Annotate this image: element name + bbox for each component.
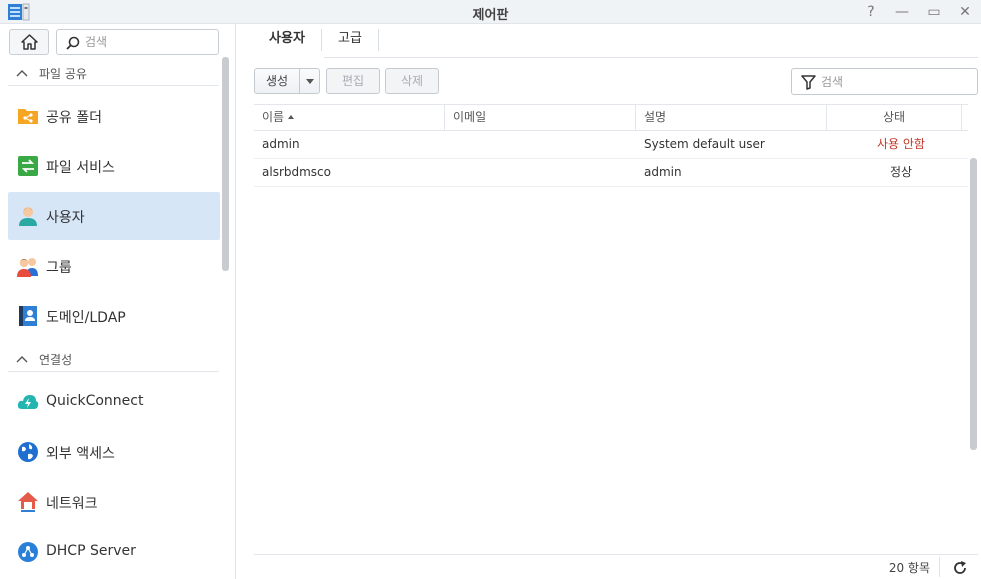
tab-separator [321,29,322,51]
main-panel: 사용자 고급 생성 편집 삭제 이름 이메일 설명 상태 admin Syste… [237,24,981,579]
sidebar-item-user[interactable]: 사용자 [8,192,220,240]
delete-button[interactable]: 삭제 [385,68,439,94]
sidebar-item-label: DHCP Server [46,543,136,559]
tab-separator [378,29,379,51]
user-search-input[interactable] [821,73,971,91]
quickconnect-icon [17,395,39,409]
sidebar-item-quickconnect[interactable]: QuickConnect [8,378,220,426]
section-label: 파일 공유 [39,67,87,81]
group-icon [17,258,38,277]
section-file-sharing[interactable]: 파일 공유 [8,62,219,86]
table-row[interactable]: alsrbdmsco admin 정상 [254,159,968,187]
caret-down-icon [306,79,314,84]
network-icon [18,492,38,512]
column-header-description[interactable]: 설명 [636,105,827,131]
footer-separator [939,557,940,577]
file-services-icon [18,156,38,176]
sidebar-item-label: 파일 서비스 [46,160,115,176]
help-button[interactable]: ? [861,2,881,22]
sidebar-item-label: 공유 폴더 [46,110,102,126]
cell-description: admin [644,165,682,179]
filter-icon [801,75,816,90]
cell-name: admin [262,137,300,151]
column-header-name[interactable]: 이름 [254,105,445,131]
sidebar-item-label: 외부 액세스 [46,446,115,462]
sidebar-item-network[interactable]: 네트워크 [8,478,220,526]
table-footer: 20 항목 [254,554,978,579]
sidebar-item-external-access[interactable]: 외부 액세스 [8,428,220,476]
user-search[interactable] [791,68,978,95]
sidebar-item-shared-folder[interactable]: 공유 폴더 [8,92,220,140]
cell-status: 사용 안함 [877,137,925,151]
sidebar-item-label: 네트워크 [46,496,98,512]
refresh-icon[interactable] [952,560,968,576]
sidebar-item-label: 사용자 [46,210,85,226]
sidebar-item-label: QuickConnect [46,393,144,409]
cell-status: 정상 [889,165,913,179]
sidebar-search[interactable] [56,29,219,55]
sidebar-item-label: 그룹 [46,260,72,276]
tab-underline [254,57,978,58]
tab-user[interactable]: 사용자 [257,27,317,57]
shared-folder-icon [18,109,38,124]
user-icon [19,207,37,226]
window-title: 제어판 [472,8,509,23]
tab-advanced[interactable]: 고급 [325,27,375,57]
table-row[interactable]: admin System default user 사용 안함 [254,131,968,159]
cell-email [445,131,636,158]
sidebar-item-label: 도메인/LDAP [46,310,126,326]
sidebar-item-dhcp-server[interactable]: DHCP Server [8,528,220,576]
section-connectivity[interactable]: 연결성 [8,348,219,372]
minimize-button[interactable]: — [892,2,912,22]
sidebar-item-group[interactable]: 그룹 [8,242,220,290]
table-scrollbar[interactable] [970,158,977,450]
chevron-up-icon [16,70,28,77]
create-button[interactable]: 생성 [254,68,300,94]
edit-button[interactable]: 편집 [326,68,380,94]
cell-description: System default user [644,137,765,151]
external-access-icon [18,442,38,462]
chevron-up-icon [16,356,28,363]
sort-ascending-icon [288,115,295,119]
item-count: 20 항목 [888,561,930,575]
sidebar-search-input[interactable] [85,33,213,51]
section-label: 연결성 [39,353,73,367]
sidebar-scrollbar[interactable] [222,57,229,271]
home-button[interactable] [9,29,49,55]
create-dropdown-button[interactable] [300,68,320,94]
cell-email [445,159,636,186]
close-button[interactable]: ✕ [955,2,975,22]
home-icon [21,34,38,50]
column-header-status[interactable]: 상태 [827,105,962,131]
active-tab-indicator [254,56,324,58]
cell-name: alsrbdmsco [262,165,331,179]
search-icon [66,36,80,50]
sidebar-item-domain-ldap[interactable]: 도메인/LDAP [8,292,220,340]
title-bar: 제어판 ? — ▭ ✕ [0,0,981,24]
column-header-email[interactable]: 이메일 [445,105,636,131]
table-header: 이름 이메일 설명 상태 [254,104,968,131]
sidebar: 파일 공유 공유 폴더 파일 서비스 사용자 그룹 [0,24,236,579]
domain-ldap-icon [19,306,37,326]
maximize-button[interactable]: ▭ [924,2,944,22]
dhcp-server-icon [18,542,38,562]
sidebar-item-file-services[interactable]: 파일 서비스 [8,142,220,190]
